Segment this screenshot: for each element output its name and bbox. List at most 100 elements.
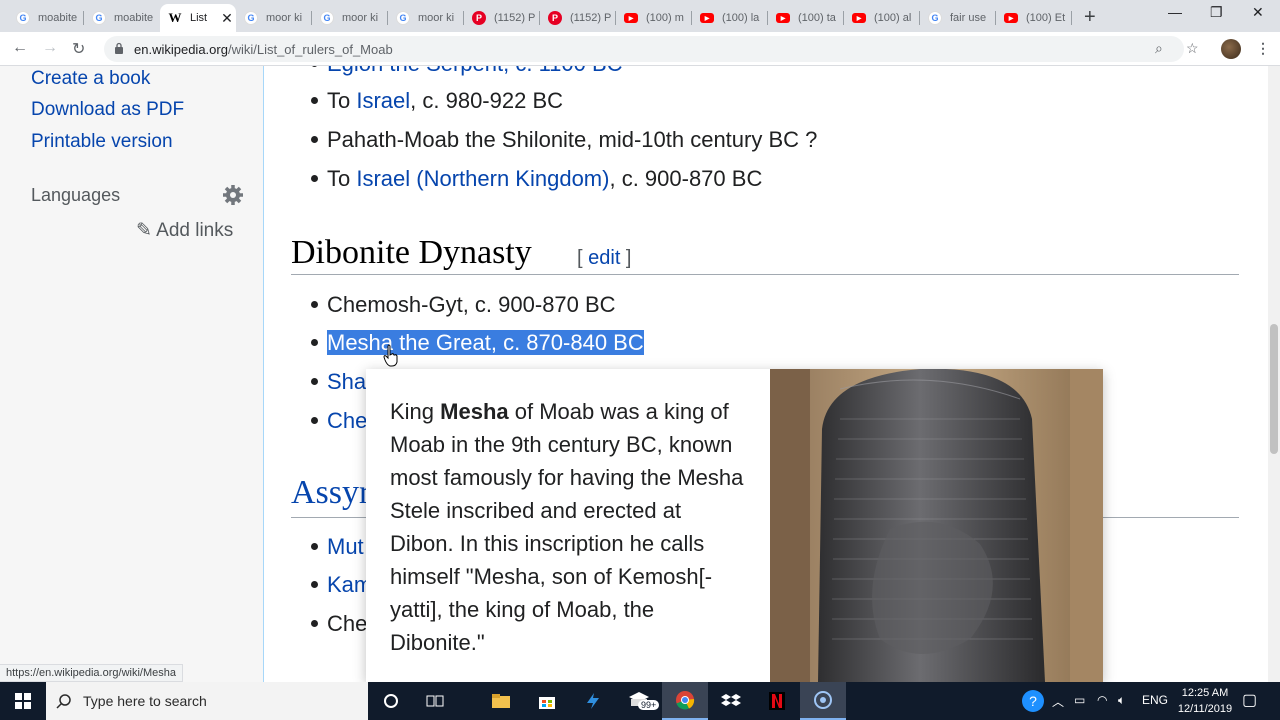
hand-cursor-icon — [383, 344, 398, 367]
tray-chevron-icon[interactable]: ︿ — [1052, 693, 1064, 710]
google-icon: G — [320, 11, 334, 25]
volume-icon[interactable]: 🔈︎ — [1118, 693, 1125, 708]
list-item: Che — [311, 611, 367, 637]
maximize-icon[interactable]: ❐ — [1210, 4, 1223, 21]
windows-taskbar: Type here to search 99+ ? ︿ ▭ ◠ 🔈︎ ENG 1… — [0, 682, 1280, 720]
list-item: Che — [311, 408, 367, 434]
url-text: en.wikipedia.org/wiki/List_of_rulers_of_… — [134, 42, 393, 57]
close-window-icon[interactable]: ✕ — [1252, 4, 1264, 21]
language-indicator[interactable]: ENG — [1142, 693, 1168, 707]
list-item: Pahath-Moab the Shilonite, mid-10th cent… — [311, 127, 817, 153]
recorder-app-icon[interactable] — [800, 682, 846, 720]
chrome-icon[interactable] — [662, 682, 708, 720]
google-icon: G — [92, 11, 106, 25]
tab-strip: Gmoabite Gmoabite W List ✕ Gmoor ki Gmoor … — [0, 0, 1280, 32]
wikipedia-page: Create a book Download as PDF Printable … — [0, 66, 1280, 682]
search-icon — [56, 694, 71, 709]
tab[interactable]: Gmoabite — [84, 4, 160, 32]
tab[interactable]: ▶ (100) al — [844, 4, 920, 32]
list-item: Mesha the Great, c. 870-840 BC — [311, 330, 644, 356]
list-item: Kam — [311, 572, 372, 598]
windows-logo-icon — [15, 693, 31, 709]
pinterest-icon: P — [548, 11, 562, 25]
tab[interactable]: Gmoor ki — [236, 4, 312, 32]
mesha-link-selected[interactable]: Mesha the Great, c. 870-840 BC — [327, 330, 644, 355]
gear-icon[interactable] — [222, 184, 244, 206]
file-explorer-icon[interactable] — [478, 682, 524, 720]
lock-icon — [115, 42, 123, 54]
youtube-icon: ▶ — [624, 13, 638, 23]
download-pdf-link[interactable]: Download as PDF — [31, 99, 184, 121]
google-icon: G — [396, 11, 410, 25]
help-icon[interactable]: ? — [1022, 690, 1044, 712]
tab[interactable]: P (1152) P — [464, 4, 540, 32]
notification-icon[interactable]: ▢ — [1242, 690, 1257, 710]
reload-icon[interactable]: ↻ — [72, 39, 85, 59]
page-scrollbar[interactable] — [1268, 66, 1280, 682]
power-automate-icon[interactable] — [570, 682, 616, 720]
tab[interactable]: Gmoabite — [8, 4, 84, 32]
youtube-icon: ▶ — [776, 13, 790, 23]
list-item: Sha — [311, 369, 366, 395]
youtube-icon: ▶ — [1004, 13, 1018, 23]
tab-active[interactable]: W List ✕ — [160, 4, 236, 32]
section-heading-assyrian: Assyr — [291, 474, 371, 511]
edit-section-link[interactable]: [ edit ] — [577, 247, 632, 270]
israel-northern-kingdom-link[interactable]: Israel (Northern Kingdom) — [356, 166, 609, 191]
list-item: Mut — [311, 534, 364, 560]
youtube-icon: ▶ — [852, 13, 866, 23]
wikipedia-icon: W — [168, 10, 182, 25]
tab[interactable]: ▶ (100) la — [692, 4, 768, 32]
tab[interactable]: Gfair use — [920, 4, 996, 32]
popup-extract: King Mesha of Moab was a king of Moab in… — [390, 399, 744, 655]
battery-icon[interactable]: ▭ — [1074, 693, 1085, 707]
tab[interactable]: ▶ (100) m — [616, 4, 692, 32]
cortana-icon[interactable] — [368, 682, 414, 720]
mail-icon[interactable]: 99+ — [616, 682, 662, 720]
list-item: Chemosh-Gyt, c. 900-870 BC — [311, 292, 616, 318]
new-tab-icon[interactable]: + — [1084, 6, 1096, 29]
back-icon[interactable]: ← — [12, 39, 28, 57]
tab[interactable]: ▶ (100) Et — [996, 4, 1072, 32]
netflix-icon[interactable] — [754, 682, 800, 720]
bookmark-star-icon[interactable]: ☆ — [1186, 40, 1199, 57]
mesha-stele-image — [770, 369, 1103, 682]
israel-link[interactable]: Israel — [356, 88, 410, 113]
forward-icon[interactable]: → — [42, 39, 58, 57]
taskbar-search[interactable]: Type here to search — [46, 682, 368, 720]
task-view-icon[interactable] — [412, 682, 458, 720]
status-bar-url: https://en.wikipedia.org/wiki/Mesha — [0, 664, 183, 682]
clock[interactable]: 12:25 AM 12/11/2019 — [1170, 685, 1240, 717]
tab[interactable]: Gmoor ki — [388, 4, 464, 32]
menu-icon[interactable]: ⋮ — [1256, 40, 1270, 57]
browser-toolbar: ← → ↻ en.wikipedia.org/wiki/List_of_rule… — [0, 32, 1280, 66]
pencil-icon: ✎ — [136, 220, 152, 241]
start-button[interactable] — [0, 682, 46, 720]
minimize-icon[interactable]: — — [1168, 4, 1182, 20]
google-icon: G — [928, 11, 942, 25]
list-item: To Israel, c. 980-922 BC — [311, 88, 563, 114]
create-book-link[interactable]: Create a book — [31, 68, 150, 90]
add-links-link[interactable]: ✎ Add links — [136, 219, 233, 242]
zoom-icon[interactable]: ⌕ — [1155, 40, 1163, 57]
list-item: Eglon the Serpent, c. 1100 BC — [311, 66, 623, 77]
page-preview-popup[interactable]: King Mesha of Moab was a king of Moab in… — [366, 369, 1103, 682]
google-icon: G — [16, 11, 30, 25]
tab[interactable]: Gmoor ki — [312, 4, 388, 32]
heading-rule — [291, 274, 1239, 275]
sidebar: Create a book Download as PDF Printable … — [0, 66, 263, 682]
pinterest-icon: P — [472, 11, 486, 25]
mail-badge: 99+ — [638, 700, 660, 710]
close-tab-icon[interactable]: ✕ — [221, 10, 233, 27]
printable-version-link[interactable]: Printable version — [31, 131, 173, 153]
wifi-icon[interactable]: ◠ — [1097, 693, 1107, 707]
scrollbar-thumb[interactable] — [1270, 324, 1278, 454]
dropbox-icon[interactable] — [708, 682, 754, 720]
store-icon[interactable] — [524, 682, 570, 720]
profile-avatar[interactable] — [1221, 39, 1241, 59]
address-bar[interactable]: en.wikipedia.org/wiki/List_of_rulers_of_… — [104, 36, 1184, 62]
tab[interactable]: ▶ (100) ta — [768, 4, 844, 32]
section-heading-dibonite: Dibonite Dynasty — [291, 234, 532, 271]
tab[interactable]: P (1152) P — [540, 4, 616, 32]
google-icon: G — [244, 11, 258, 25]
